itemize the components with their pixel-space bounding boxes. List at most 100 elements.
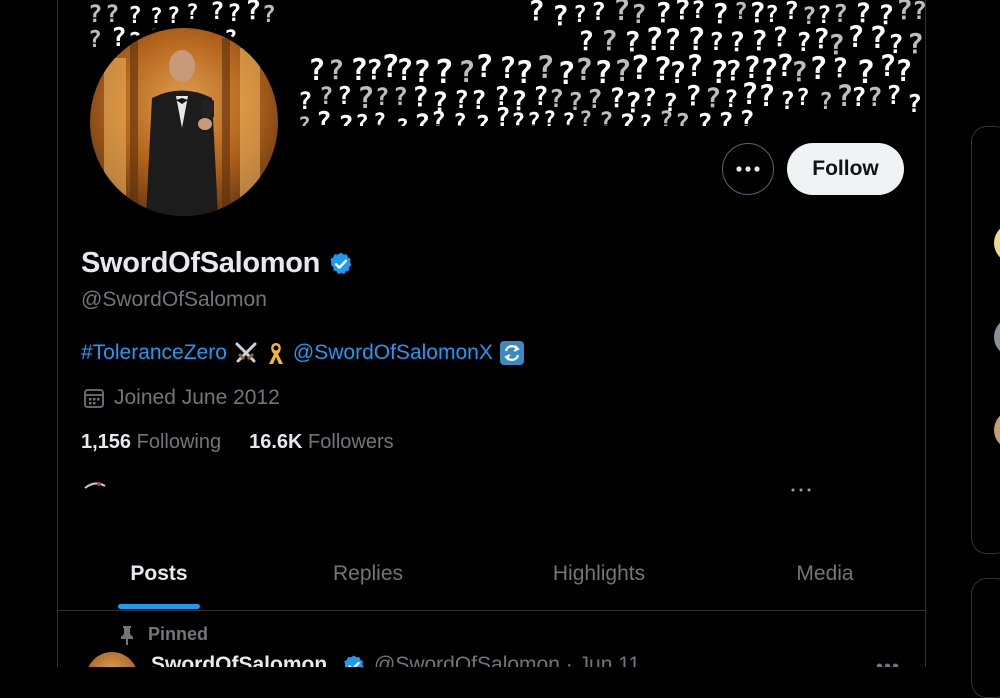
tweet-handle-date: @SwordOfSalomon · Jun 11 [374, 653, 641, 667]
banner-question-mark: ? [886, 81, 902, 111]
banner-question-mark: ? [847, 20, 864, 54]
banner-question-mark: ? [128, 3, 142, 29]
banner-question-mark: ? [316, 107, 332, 126]
calendar-icon [84, 389, 104, 408]
banner-question-mark: ? [718, 108, 734, 126]
banner-question-mark: ? [601, 24, 618, 57]
tab-media[interactable]: Media [786, 538, 864, 610]
banner-question-mark: ? [393, 82, 408, 111]
banner-question-mark: ? [642, 83, 657, 112]
banner-question-mark: ? [639, 112, 652, 126]
joined-text: Joined June 2012 [114, 386, 280, 409]
banner-question-mark: ? [431, 106, 446, 126]
followers-label: Followers [308, 431, 394, 453]
banner-question-mark: ? [458, 55, 475, 89]
profile-tabs: Posts Replies Highlights Media [58, 538, 925, 611]
banner-question-mark: ? [528, 0, 545, 27]
banner-question-mark: ? [780, 86, 795, 115]
banner-question-mark: ? [499, 51, 516, 85]
banner-question-mark: ? [355, 111, 369, 126]
banner-question-mark: ? [725, 54, 742, 87]
tweet-more-icon[interactable]: ••• [876, 656, 900, 667]
banner-question-mark: ? [659, 106, 673, 126]
profile-avatar[interactable] [86, 24, 282, 220]
banner-question-mark: ? [697, 109, 713, 126]
banner-question-mark: ? [511, 108, 525, 126]
banner-question-mark: ? [338, 111, 354, 126]
banner-question-mark: ? [912, 0, 926, 25]
banner-question-mark: ? [357, 81, 374, 115]
more-options-button[interactable] [722, 143, 774, 195]
banner-question-mark: ? [867, 83, 883, 113]
banner-question-mark: ? [396, 115, 409, 126]
banner-question-mark: ? [227, 0, 241, 27]
trends-card [971, 578, 1000, 698]
bio-mention-link[interactable]: @SwordOfSalomonX [293, 341, 493, 365]
banner-question-mark: ? [262, 2, 276, 28]
suggested-avatar[interactable] [994, 410, 1000, 450]
banner-question-mark: ? [434, 52, 454, 91]
tweet-author-avatar[interactable] [86, 652, 138, 667]
repeat-arrows-icon [499, 340, 525, 366]
bio-hashtag-link[interactable]: #ToleranceZero [81, 341, 227, 365]
pinned-text: Pinned [148, 624, 209, 644]
who-to-follow-card [971, 126, 1000, 554]
tab-posts[interactable]: Posts [118, 538, 200, 610]
banner-question-mark: ? [796, 85, 810, 111]
crossed-swords-icon [233, 340, 259, 366]
profile-column: ????????????????????????????????????????… [57, 0, 926, 667]
banner-question-mark: ? [791, 55, 808, 88]
banner-question-mark: ? [739, 106, 755, 126]
tweet-author-name[interactable]: SwordOfSalomon [151, 653, 327, 667]
followers-link[interactable]: 16.6K Followers [249, 431, 394, 454]
banner-question-mark: ? [475, 110, 490, 126]
followers-count: 16.6K [249, 431, 303, 453]
suggested-avatar[interactable] [994, 223, 1000, 263]
banner-question-mark: ? [691, 0, 705, 24]
banner-question-mark: ? [630, 48, 650, 87]
user-handle: @SwordOfSalomon [81, 288, 267, 311]
follow-button[interactable]: Follow [787, 143, 904, 195]
banner-question-mark: ? [186, 0, 199, 24]
banner-question-mark: ? [709, 27, 724, 56]
banner-question-mark: ? [833, 0, 848, 28]
banner-question-mark: ? [599, 107, 613, 126]
banner-question-mark: ? [527, 109, 541, 126]
banner-question-mark: ? [907, 89, 922, 118]
yellow-ribbon-icon [265, 340, 287, 366]
banner-question-mark: ? [734, 0, 748, 25]
banner-question-mark: ? [809, 51, 828, 87]
following-label: Following [136, 431, 222, 453]
tab-highlights[interactable]: Highlights [540, 538, 658, 610]
banner-question-mark: ? [669, 56, 686, 90]
banner-question-mark: ? [543, 108, 556, 126]
banner-question-mark: ? [319, 82, 333, 110]
pinned-label-row: Pinned [118, 624, 208, 645]
banner-question-mark: ? [758, 79, 775, 113]
banner-question-mark: ? [298, 113, 311, 126]
banner-question-mark: ? [414, 109, 430, 126]
profile-bio: #ToleranceZero @SwordOfSalomonX [81, 340, 525, 366]
banner-question-mark: ? [495, 103, 511, 126]
following-link[interactable]: 1,156 Following [81, 431, 221, 454]
display-name-row: SwordOfSalomon [81, 247, 354, 280]
banner-question-mark: ? [562, 110, 575, 126]
joined-date: Joined June 2012 [83, 386, 280, 410]
banner-question-mark: ? [88, 0, 102, 28]
banner-question-mark: ? [375, 83, 389, 111]
suggested-avatar[interactable] [994, 317, 1000, 357]
banner-question-mark: ? [536, 50, 555, 86]
banner-question-mark: ? [552, 0, 569, 32]
banner-question-mark: ? [579, 108, 592, 126]
tab-replies[interactable]: Replies [323, 538, 413, 610]
banner-question-mark: ? [613, 0, 630, 27]
banner-question-mark: ? [686, 49, 703, 83]
banner-question-mark: ? [896, 0, 913, 26]
banner-question-mark: ? [591, 0, 606, 26]
banner-question-mark: ? [88, 27, 102, 53]
banner-question-mark: ? [879, 49, 896, 83]
banner-question-mark: ? [453, 110, 467, 126]
follow-stats: 1,156 Following 16.6K Followers [81, 431, 394, 454]
banner-question-mark: ? [619, 109, 635, 126]
followed-by-strip [81, 478, 821, 498]
